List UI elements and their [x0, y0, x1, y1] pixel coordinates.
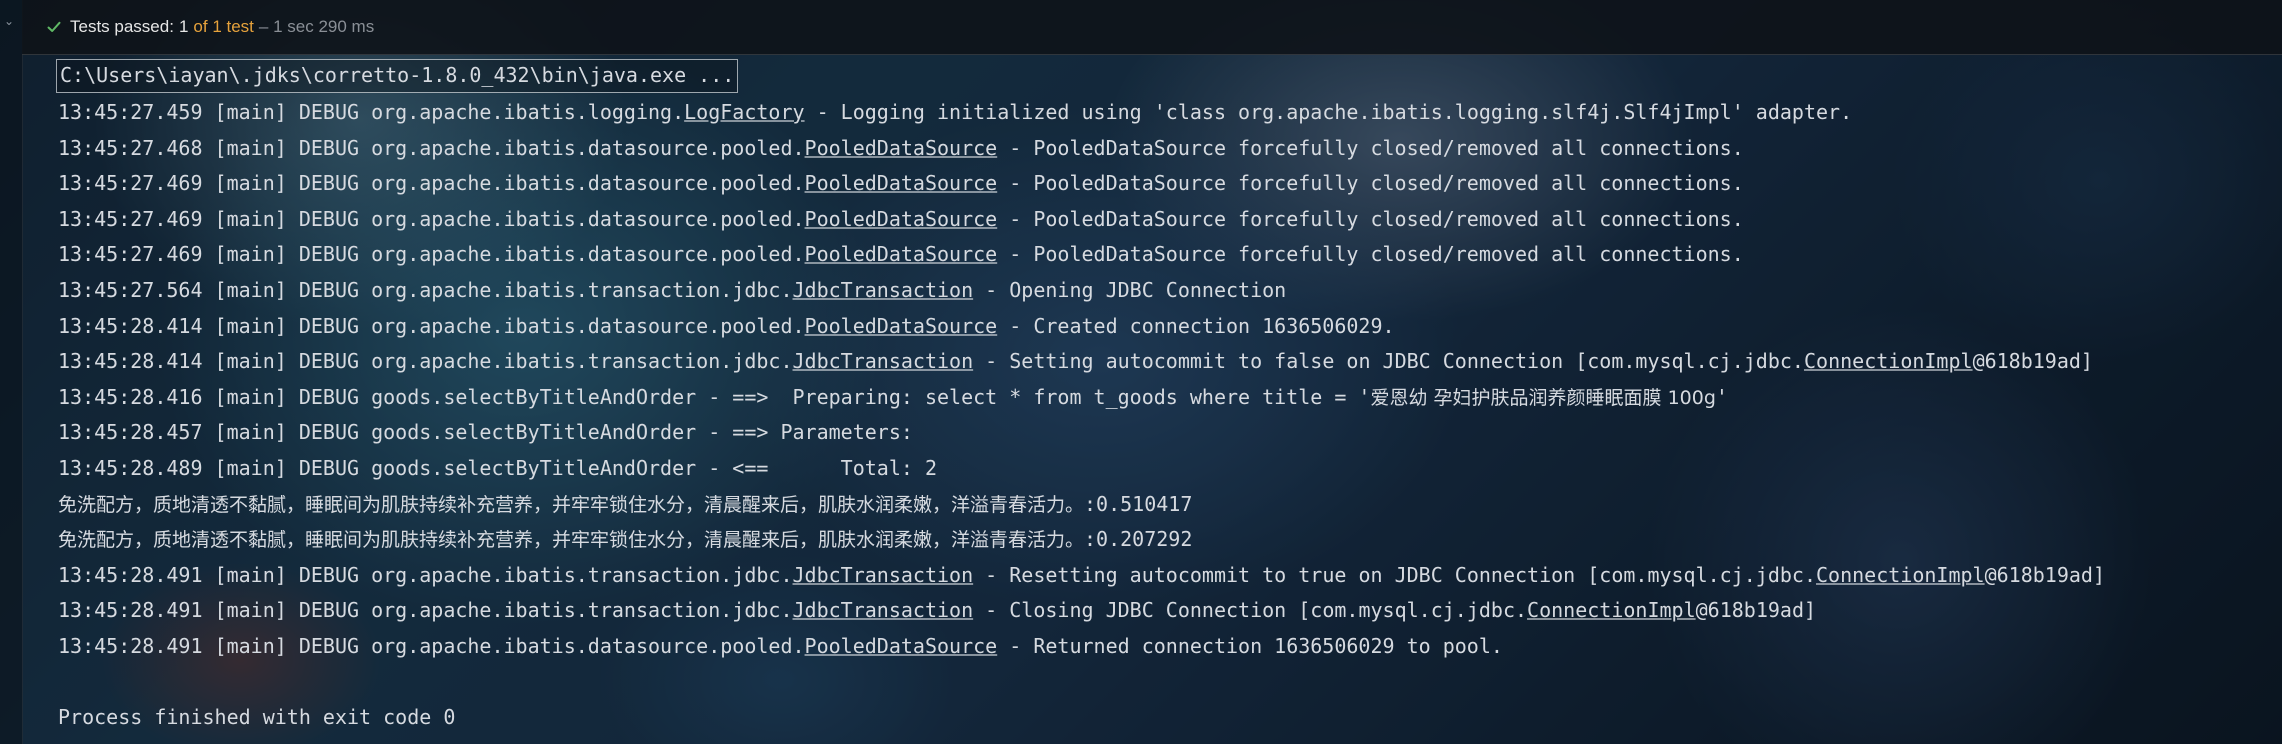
log-line: 13:45:27.469 [main] DEBUG org.apache.iba…	[58, 236, 1744, 272]
log-text: @618b19ad]	[1695, 598, 1817, 623]
check-icon	[44, 17, 64, 37]
log-line: 13:45:27.469 [main] DEBUG org.apache.iba…	[58, 165, 1744, 201]
class-link[interactable]: LogFactory	[684, 100, 804, 124]
command-line[interactable]: C:\Users\iayan\.jdks\corretto-1.8.0_432\…	[56, 59, 739, 93]
log-line: 13:45:27.468 [main] DEBUG org.apache.iba…	[58, 130, 1744, 166]
log-text: - PooledDataSource forcefully closed/rem…	[997, 171, 1744, 196]
log-text: - Resetting autocommit to true on JDBC C…	[973, 562, 1817, 587]
cjk-text: 免洗配方，质地清透不黏腻，睡眠间为肌肤持续补充营养，并牢牢锁住水分，清晨醒来后，…	[58, 529, 1085, 552]
class-link[interactable]: PooledDataSource	[805, 242, 998, 266]
class-link[interactable]: JdbcTransaction	[793, 349, 974, 373]
log-line: 13:45:28.491 [main] DEBUG org.apache.iba…	[58, 557, 2105, 593]
class-link[interactable]: ConnectionImpl	[1527, 598, 1696, 622]
log-line: 13:45:27.459 [main] DEBUG org.apache.iba…	[58, 94, 1852, 130]
log-text: 13:45:28.414 [main] DEBUG org.apache.iba…	[58, 349, 793, 374]
log-text: 13:45:27.469 [main] DEBUG org.apache.iba…	[58, 206, 805, 231]
class-link[interactable]: JdbcTransaction	[793, 278, 974, 302]
log-text: 13:45:28.414 [main] DEBUG org.apache.iba…	[58, 313, 805, 338]
class-link[interactable]: PooledDataSource	[805, 634, 998, 658]
chevron-down-icon[interactable]: ⌄	[4, 14, 16, 28]
log-line: 13:45:28.491 [main] DEBUG org.apache.iba…	[58, 592, 1816, 628]
log-line: 13:45:28.491 [main] DEBUG org.apache.iba…	[58, 628, 1503, 664]
log-text: :0.510417	[1084, 491, 1193, 516]
test-duration: – 1 sec 290 ms	[258, 17, 375, 36]
class-link[interactable]: JdbcTransaction	[793, 563, 974, 587]
log-text: - PooledDataSource forcefully closed/rem…	[997, 242, 1744, 267]
log-text: 13:45:28.491 [main] DEBUG org.apache.iba…	[58, 634, 805, 658]
log-text: 13:45:27.459 [main] DEBUG org.apache.iba…	[58, 100, 685, 124]
log-line: Process finished with exit code 0	[58, 699, 455, 735]
class-link[interactable]: PooledDataSource	[805, 136, 998, 160]
log-text: - PooledDataSource forcefully closed/rem…	[997, 135, 1744, 160]
log-text: - Setting autocommit to false on JDBC Co…	[973, 349, 1804, 374]
class-link[interactable]: ConnectionImpl	[1816, 563, 1985, 587]
log-line: 13:45:28.416 [main] DEBUG goods.selectBy…	[58, 379, 1728, 415]
left-gutter: ⌄	[0, 0, 23, 744]
log-line: 13:45:27.469 [main] DEBUG org.apache.iba…	[58, 201, 1744, 237]
log-line: 免洗配方，质地清透不黏腻，睡眠间为肌肤持续补充营养，并牢牢锁住水分，清晨醒来后，…	[58, 486, 1192, 522]
log-text: - Created connection 1636506029.	[997, 313, 1395, 338]
run-window: ⌄ Tests passed: 1 of 1 test – 1 sec 290 …	[0, 0, 2282, 744]
status-label: Tests passed:	[70, 17, 174, 36]
log-text: - PooledDataSource forcefully closed/rem…	[997, 206, 1744, 231]
log-text: 13:45:27.469 [main] DEBUG org.apache.iba…	[58, 171, 805, 196]
cjk-text: 免洗配方，质地清透不黏腻，睡眠间为肌肤持续补充营养，并牢牢锁住水分，清晨醒来后，…	[58, 493, 1085, 516]
log-text: 13:45:28.491 [main] DEBUG org.apache.iba…	[58, 562, 793, 587]
log-text: Process finished with exit code 0	[58, 705, 456, 730]
class-link[interactable]: PooledDataSource	[805, 171, 998, 195]
console-output[interactable]: C:\Users\iayan\.jdks\corretto-1.8.0_432\…	[22, 55, 2282, 744]
class-link[interactable]: PooledDataSource	[805, 314, 998, 338]
log-text: 13:45:28.457 [main] DEBUG goods.selectBy…	[58, 420, 925, 445]
log-text: @618b19ad]	[1984, 562, 2106, 587]
log-text: '	[1715, 384, 1728, 409]
log-text: - Closing JDBC Connection [com.mysql.cj.…	[973, 598, 1528, 623]
log-line: 13:45:28.414 [main] DEBUG org.apache.iba…	[58, 308, 1395, 344]
log-line: 13:45:27.564 [main] DEBUG org.apache.iba…	[58, 272, 1286, 308]
log-line: 13:45:28.414 [main] DEBUG org.apache.iba…	[58, 343, 2093, 379]
log-line: 13:45:28.457 [main] DEBUG goods.selectBy…	[58, 414, 925, 450]
class-link[interactable]: JdbcTransaction	[793, 598, 974, 622]
log-text: - Opening JDBC Connection	[973, 278, 1287, 302]
log-line: 免洗配方，质地清透不黏腻，睡眠间为肌肤持续补充营养，并牢牢锁住水分，清晨醒来后，…	[58, 521, 1192, 557]
passed-count: 1	[178, 17, 189, 36]
total-tests: of 1 test	[193, 17, 254, 36]
cjk-text: 爱恩幼 孕妇护肤品润养颜睡眠面膜 100g	[1370, 386, 1716, 409]
log-text: 13:45:27.468 [main] DEBUG org.apache.iba…	[58, 135, 805, 160]
log-text: @618b19ad]	[1972, 349, 2093, 374]
log-text: - Returned connection 1636506029 to pool…	[997, 634, 1503, 658]
class-link[interactable]: PooledDataSource	[805, 207, 998, 231]
log-text: :0.207292	[1084, 527, 1193, 552]
log-text: 13:45:28.491 [main] DEBUG org.apache.iba…	[58, 598, 793, 623]
test-status-bar: Tests passed: 1 of 1 test – 1 sec 290 ms	[22, 0, 2282, 55]
log-text: 13:45:27.469 [main] DEBUG org.apache.iba…	[58, 242, 805, 267]
log-text: - Logging initialized using 'class org.a…	[804, 100, 1853, 124]
log-line: 13:45:28.489 [main] DEBUG goods.selectBy…	[58, 450, 937, 486]
class-link[interactable]: ConnectionImpl	[1804, 349, 1973, 373]
log-text: 13:45:28.416 [main] DEBUG goods.selectBy…	[58, 384, 1371, 409]
log-text: 13:45:27.564 [main] DEBUG org.apache.iba…	[58, 278, 793, 302]
log-text: 13:45:28.489 [main] DEBUG goods.selectBy…	[58, 456, 937, 480]
